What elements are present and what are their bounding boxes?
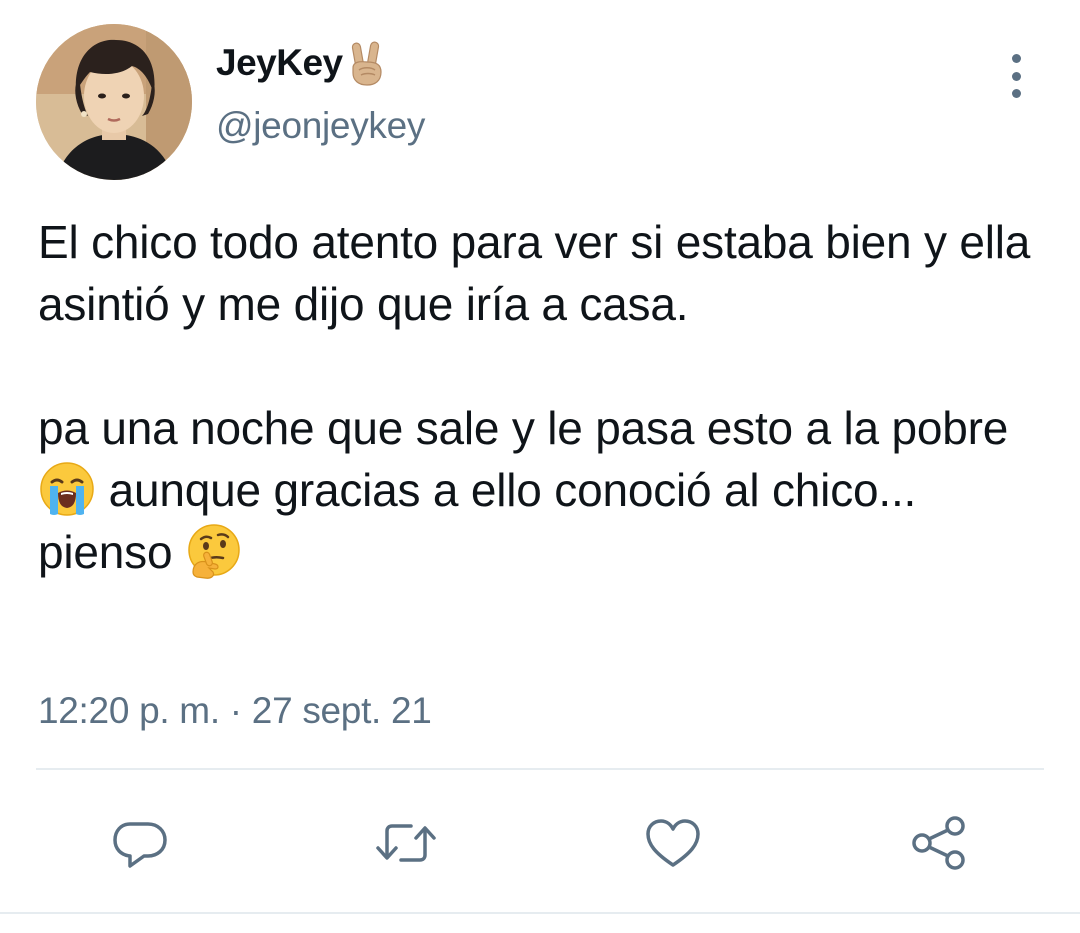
tweet-text-segment: aunque gracias a ello conoció al chico..… xyxy=(38,464,917,578)
divider xyxy=(0,912,1080,914)
tweet-text-segment: pa una noche que sale y le pasa esto a l… xyxy=(38,402,1009,454)
more-options-button[interactable] xyxy=(996,54,1036,98)
retweet-button[interactable] xyxy=(371,808,441,878)
tweet-text: El chico todo atento para ver si estaba … xyxy=(38,211,1058,583)
like-button[interactable] xyxy=(638,808,708,878)
user-handle[interactable]: @jeonjeykey xyxy=(216,105,425,147)
display-name[interactable]: JeyKey xyxy=(216,42,343,84)
reply-button[interactable] xyxy=(105,808,175,878)
divider xyxy=(36,768,1044,770)
tweet-paragraph: El chico todo atento para ver si estaba … xyxy=(38,216,1031,330)
more-options-dot-icon xyxy=(1011,54,1021,63)
reply-icon xyxy=(113,822,167,868)
loudly-crying-face-emoji-icon xyxy=(38,460,96,518)
display-name-row: JeyKey xyxy=(216,38,387,88)
victory-hand-emoji-icon xyxy=(347,40,387,86)
more-options-dot-icon xyxy=(1011,89,1021,98)
tweet: JeyKey @jeonjeykey El chico todo atento … xyxy=(0,0,1080,933)
avatar[interactable] xyxy=(36,24,192,180)
tweet-timestamp[interactable]: 12:20 p. m. · 27 sept. 21 xyxy=(38,690,432,732)
retweet-icon xyxy=(376,824,436,862)
thinking-face-emoji-icon xyxy=(185,522,243,580)
tweet-actions-bar xyxy=(0,808,1080,878)
share-icon xyxy=(912,816,965,870)
tweet-paragraph: pa una noche que sale y le pasa esto a l… xyxy=(38,397,1058,583)
more-options-dot-icon xyxy=(1011,71,1021,81)
share-button[interactable] xyxy=(904,808,974,878)
avatar-image xyxy=(36,24,192,180)
heart-icon xyxy=(646,819,700,867)
